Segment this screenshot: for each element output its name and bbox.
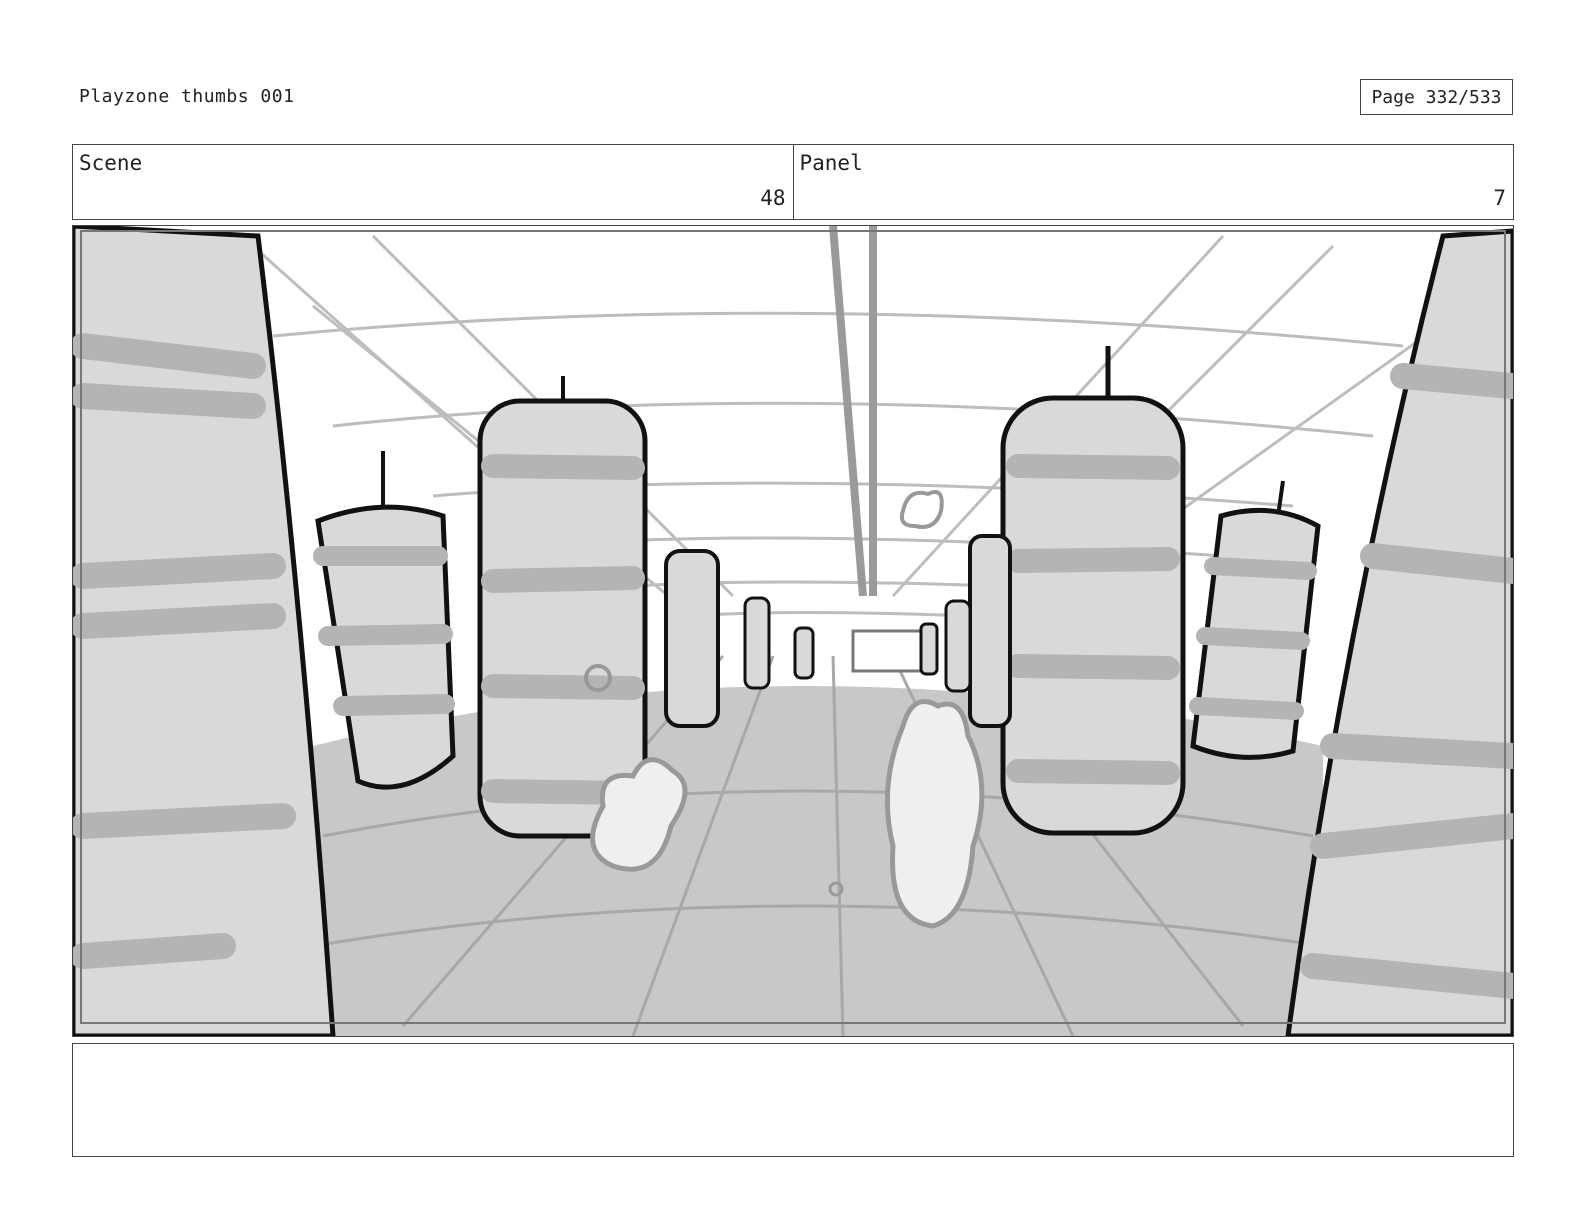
panel-cell: Panel 7 <box>792 145 1514 219</box>
punching-bag-small-left-2 <box>743 596 771 690</box>
punching-bag-small-right-1 <box>968 534 1012 728</box>
punching-bag-small-right-3 <box>919 622 939 676</box>
page-number-box: Page 332/533 <box>1360 79 1513 115</box>
punching-bag-small-left-3 <box>793 626 815 680</box>
storyboard-panel-frame <box>72 225 1514 1037</box>
storyboard-sketch <box>73 226 1513 1036</box>
panel-notes-box <box>72 1043 1514 1157</box>
panel-label: Panel <box>799 151 863 175</box>
panel-number: 7 <box>1493 186 1506 210</box>
doc-title: Playzone thumbs 001 <box>79 86 295 107</box>
punching-bag-large-right <box>1000 346 1186 836</box>
punching-bag-small-left-1 <box>664 549 720 728</box>
scene-number: 48 <box>760 186 786 210</box>
scene-panel-info-row: Scene 48 Panel 7 <box>72 144 1514 220</box>
punching-bag-large-left <box>477 376 648 839</box>
scene-label: Scene <box>79 151 143 175</box>
punching-bag-small-right-2 <box>944 599 972 693</box>
scene-cell: Scene 48 <box>73 145 793 219</box>
